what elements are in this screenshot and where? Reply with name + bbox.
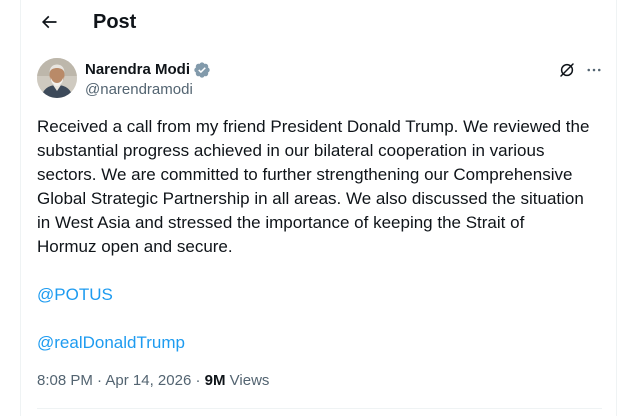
grok-icon <box>558 61 576 79</box>
mention-link-realdonaldtrump[interactable]: @realDonaldTrump <box>37 331 185 355</box>
avatar-image <box>37 58 77 98</box>
post-text-line: sectors. We are committed to further str… <box>37 165 573 184</box>
mention-link-potus[interactable]: @POTUS <box>37 283 113 307</box>
back-button[interactable] <box>33 6 65 38</box>
post-text-line: substantial progress achieved in our bil… <box>37 141 545 160</box>
post-text-line: Global Strategic Partnership in all area… <box>37 189 584 208</box>
author-name-text: Narendra Modi <box>85 61 191 78</box>
post-text-line: Received a call from my friend President… <box>37 117 590 136</box>
author-handle[interactable]: @narendramodi <box>85 81 193 99</box>
divider <box>37 408 602 409</box>
verified-badge-icon <box>193 61 211 79</box>
page-title: Post <box>93 11 137 33</box>
views-count: 9M <box>204 372 226 389</box>
grok-button[interactable] <box>556 59 578 81</box>
more-horizontal-icon <box>585 61 603 79</box>
post-detail-view: Post Narendra Modi @narendramodi Receive… <box>20 0 617 416</box>
views-link[interactable]: 9M Views <box>205 372 270 389</box>
post-meta: 8:08 PM · Apr 14, 2026 · 9M Views <box>37 371 269 391</box>
post-time-link[interactable]: 8:08 PM · Apr 14, 2026 <box>37 372 191 389</box>
post-text-line: Hormuz open and secure. <box>37 237 233 256</box>
avatar[interactable] <box>37 58 77 98</box>
page-header: Post <box>21 0 616 44</box>
post-time: 8:08 PM <box>37 372 93 389</box>
author-name[interactable]: Narendra Modi <box>85 61 211 79</box>
views-label: Views <box>229 372 270 389</box>
post-text-line: in West Asia and stressed the importance… <box>37 213 525 232</box>
post-text: Received a call from my friend President… <box>37 115 607 259</box>
post-date: Apr 14, 2026 <box>105 372 192 389</box>
meta-separator: · <box>97 372 103 389</box>
arrow-left-icon <box>39 12 59 32</box>
more-options-button[interactable] <box>583 59 605 81</box>
meta-separator: · <box>195 372 201 389</box>
